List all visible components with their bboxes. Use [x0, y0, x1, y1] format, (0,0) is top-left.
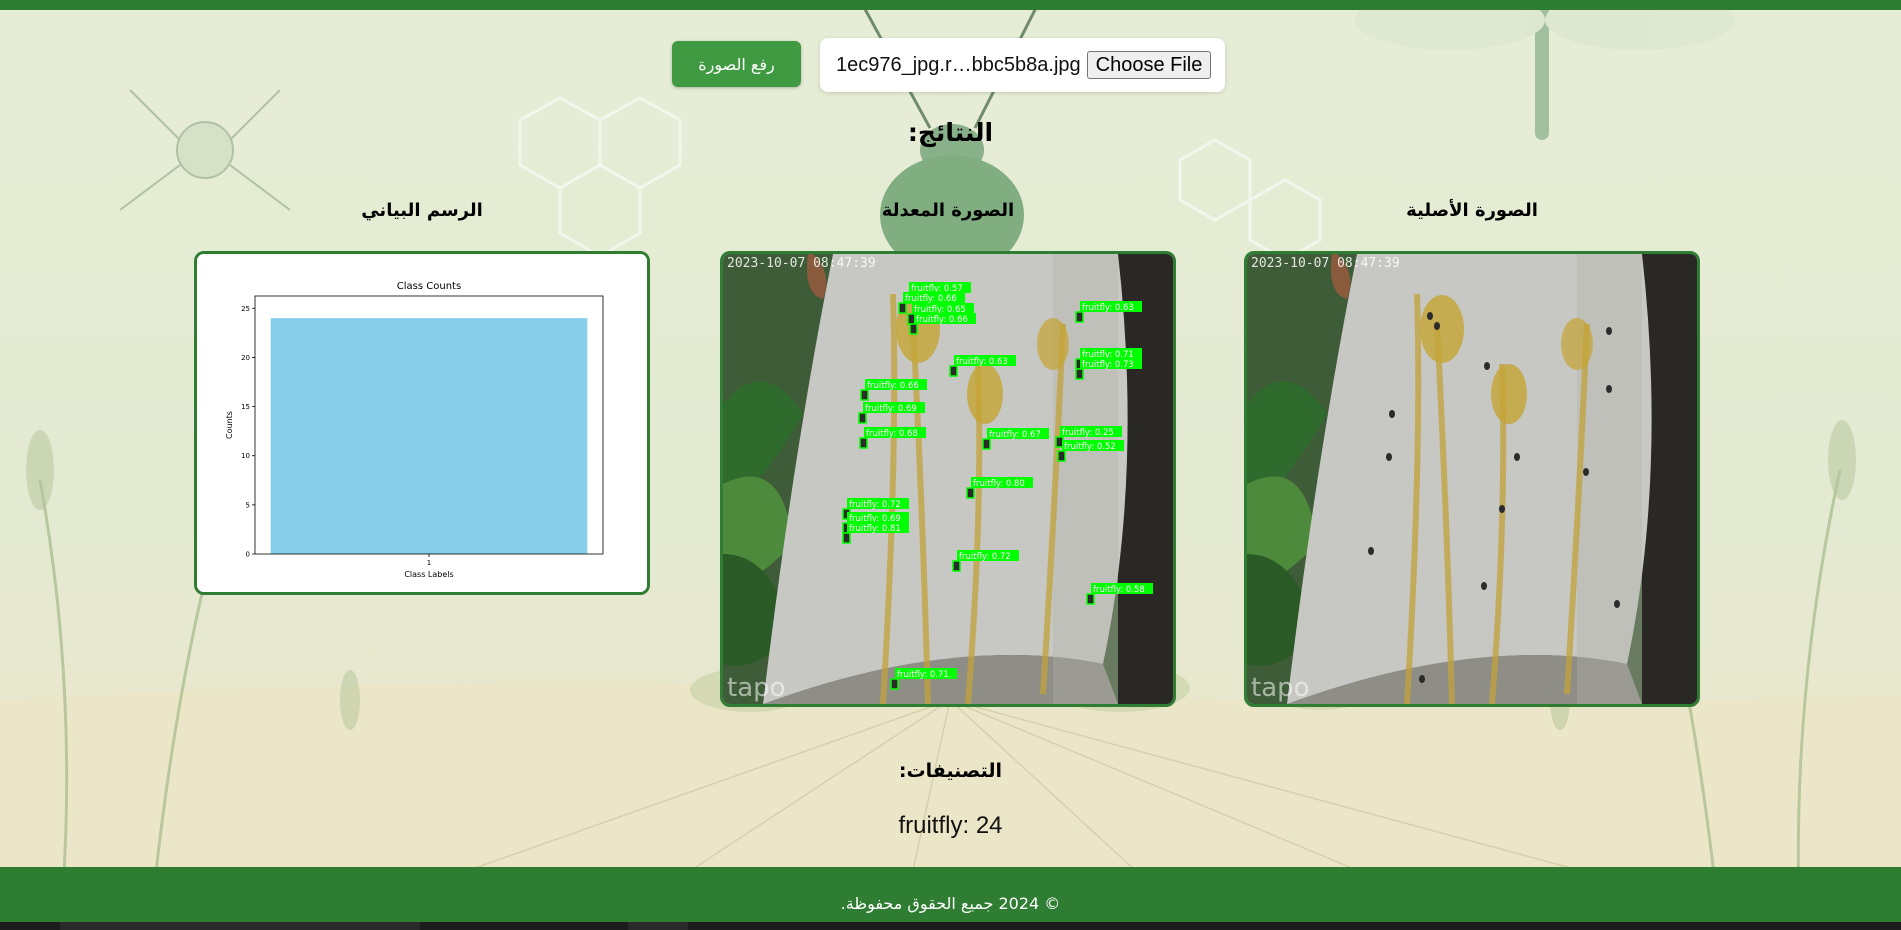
os-taskbar [0, 922, 1901, 930]
chart-y-tick-label: 20 [241, 354, 250, 362]
detection-label: fruitfly: 0.63 [956, 357, 1008, 367]
detection-bounding-box [890, 678, 899, 690]
detection-bounding-box [952, 560, 961, 572]
chart-x-tick-label: 1 [427, 559, 431, 567]
classifications-heading: التصنيفات: [898, 760, 1003, 782]
detection-bounding-box [898, 302, 907, 314]
modified-image-heading: الصورة المعدلة [881, 200, 1015, 221]
detection-bounding-box [1075, 368, 1084, 380]
detection-label: fruitfly: 0.52 [1064, 442, 1116, 452]
chart-y-tick-label: 0 [246, 551, 250, 559]
taskbar-item[interactable] [60, 922, 420, 930]
chart-heading: الرسم البياني [361, 200, 483, 221]
detection-bounding-box [858, 412, 867, 424]
footer: © 2024 جميع الحقوق محفوظة. [0, 867, 1901, 922]
chart-panel: Class Counts Class Labels Counts 1 0 5 10 15… [194, 251, 650, 595]
file-input-container: 1ec976_jpg.r…bbc5b8a.jpg Choose File [820, 38, 1225, 92]
detection-bounding-box [1055, 436, 1064, 448]
chart-y-axis-label: Counts [225, 411, 234, 439]
chart-y-tick-label: 15 [241, 403, 250, 411]
modified-image: 2023-10-07 08:47:39 tapo fruitfly: 0.57f… [723, 254, 1173, 704]
detection-label: fruitfly: 0.69 [865, 404, 917, 414]
selected-file-name: 1ec976_jpg.r…bbc5b8a.jpg [836, 53, 1081, 76]
watermark: tapo [727, 673, 786, 703]
chart-y-tick-label: 5 [246, 501, 250, 509]
detection-bounding-box [966, 487, 975, 499]
copyright-text: © 2024 جميع الحقوق محفوظة. [840, 894, 1061, 913]
detection-label: fruitfly: 0.25 [1062, 428, 1114, 438]
modified-image-panel: 2023-10-07 08:47:39 tapo fruitfly: 0.57 f… [720, 251, 1176, 707]
classifications-list: fruitfly: 24 [0, 812, 1901, 840]
detection-bounding-box [982, 438, 991, 450]
chart-y-tick-label: 10 [241, 452, 250, 460]
detection-label: fruitfly: 0.72 [849, 500, 901, 510]
taskbar-item[interactable] [628, 922, 688, 930]
detection-label: fruitfly: 0.72 [959, 552, 1011, 562]
detection-label: fruitfly: 0.66 [867, 381, 919, 391]
detection-bounding-box [842, 532, 851, 544]
top-bar [0, 0, 1901, 10]
original-image: 2023-10-07 08:47:39 tapo [1247, 254, 1697, 704]
watermark: tapo [1251, 673, 1310, 703]
choose-file-button[interactable]: Choose File [1086, 51, 1212, 79]
results-heading: النتائج: [907, 118, 994, 147]
detection-bounding-box [859, 437, 868, 449]
detection-label: fruitfly: 0.58 [1093, 585, 1145, 595]
chart-y-tick-label: 25 [241, 305, 250, 313]
detection-bounding-box [1086, 593, 1095, 605]
detection-bounding-box [949, 365, 958, 377]
upload-image-button[interactable]: رفع الصورة [672, 41, 801, 87]
chart-x-axis-label: Class Labels [404, 570, 453, 579]
detection-label: fruitfly: 0.81 [849, 524, 901, 534]
original-image-panel: 2023-10-07 08:47:39 tapo [1244, 251, 1700, 707]
detection-bounding-box [1075, 311, 1084, 323]
detection-bounding-box [907, 313, 916, 325]
detection-label: fruitfly: 0.66 [905, 294, 957, 304]
chart-bar [270, 318, 588, 554]
detection-label: fruitfly: 0.68 [866, 429, 918, 439]
timestamp-overlay: 2023-10-07 08:47:39 [727, 256, 876, 271]
detection-label: fruitfly: 0.63 [1082, 303, 1134, 313]
detection-label: fruitfly: 0.80 [973, 479, 1025, 489]
original-image-heading: الصورة الأصلية [1406, 200, 1538, 221]
class-counts-chart: Class Counts Class Labels Counts 1051015… [197, 254, 647, 592]
chart-title: Class Counts [397, 281, 461, 292]
detection-label: fruitfly: 0.71 [897, 670, 949, 680]
detection-bounding-box [1057, 450, 1066, 462]
detection-bounding-box [909, 323, 918, 335]
detection-label: fruitfly: 0.66 [916, 315, 968, 325]
detection-bounding-box [860, 389, 869, 401]
detection-label: fruitfly: 0.67 [989, 430, 1041, 440]
detection-label: fruitfly: 0.73 [1082, 360, 1134, 370]
classification-item: fruitfly: 24 [898, 812, 1003, 839]
timestamp-overlay: 2023-10-07 08:47:39 [1251, 256, 1400, 271]
